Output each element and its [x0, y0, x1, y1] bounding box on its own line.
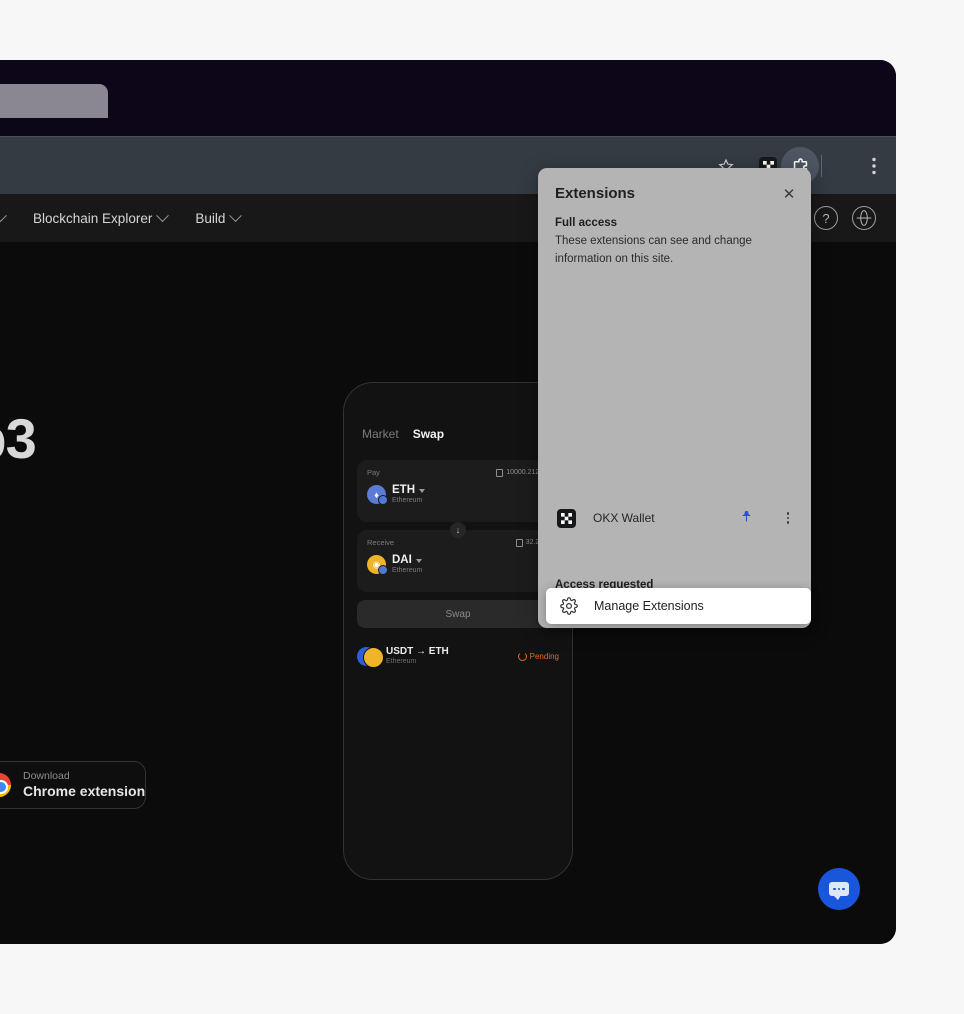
transaction-status-label: Pending: [529, 651, 559, 661]
page-title: to Web3: [0, 407, 37, 470]
tab-market[interactable]: Market: [362, 427, 399, 441]
full-access-heading: Full access: [555, 217, 618, 229]
extensions-popup: Extensions ✕ Full access These extension…: [538, 168, 811, 628]
swap-button[interactable]: Swap: [357, 600, 559, 628]
chevron-down-icon: [229, 208, 243, 222]
nav-item-build[interactable]: Build: [195, 208, 243, 226]
pay-token-symbol-group: ETH: [392, 484, 425, 497]
nav-item-blockchain-explorer[interactable]: Blockchain Explorer: [33, 208, 170, 226]
swap-receive-card: Receive 32.2121 ◉: [357, 530, 559, 592]
nav-item-label: Blockchain Explorer: [33, 210, 153, 226]
receive-token-selector[interactable]: ◉ DAI Ethereum: [367, 554, 423, 576]
copy-icon: [515, 538, 523, 547]
receive-token-chain: Ethereum: [392, 567, 423, 575]
question-mark-icon[interactable]: ?: [814, 206, 838, 230]
pin-icon[interactable]: [740, 509, 753, 527]
pay-token-selector[interactable]: ♦ ETH Ethereum: [367, 484, 425, 506]
extensions-popup-title: Extensions: [555, 185, 636, 202]
nav-item-0[interactable]: er: [0, 208, 7, 226]
spinner-icon: [517, 651, 527, 661]
pay-label: Pay: [367, 468, 380, 477]
extension-context-menu: Manage Extensions: [546, 588, 811, 624]
manage-extensions-menu-item[interactable]: Manage Extensions: [594, 599, 704, 613]
browser-tab[interactable]: [0, 84, 108, 118]
receive-token-symbol: DAI: [392, 554, 412, 566]
download-title: Chrome extension: [23, 782, 146, 799]
globe-icon[interactable]: [852, 206, 876, 230]
receive-token-symbol-group: DAI: [392, 554, 422, 567]
full-access-description: These extensions can see and change info…: [555, 235, 752, 265]
pay-token-chain: Ethereum: [392, 497, 423, 505]
close-icon[interactable]: ✕: [779, 184, 799, 204]
swap-pay-card: Pay 10000.212545 ♦ ETH Ethereum: [357, 460, 559, 522]
pay-token-symbol: ETH: [392, 484, 415, 496]
tab-swap[interactable]: Swap: [413, 427, 444, 441]
chevron-down-icon: [156, 208, 170, 222]
toolbar-divider: [821, 155, 822, 177]
swap-direction-icon[interactable]: ↓: [450, 522, 466, 538]
chevron-down-icon: [415, 558, 422, 563]
chevron-down-icon: [419, 488, 425, 493]
status-badge: Pending: [517, 651, 559, 661]
phone-tab-bar: Market Swap: [362, 427, 444, 441]
dai-token-icon: ◉: [367, 555, 388, 576]
transaction-pair: USDT → ETH: [386, 645, 449, 657]
download-buttons-row: p Download Chrome extension: [0, 761, 146, 809]
three-dot-menu-icon[interactable]: [859, 151, 889, 181]
eth-token-icon: ♦: [367, 485, 388, 506]
transaction-row[interactable]: USDT → ETH Ethereum Pending: [357, 641, 559, 671]
chat-bubble-icon[interactable]: [818, 868, 860, 910]
extension-list-item-okx-wallet[interactable]: OKX Wallet: [538, 498, 811, 538]
nav-left-group: er Blockchain Explorer Build: [0, 208, 268, 226]
chevron-down-icon: [0, 208, 7, 222]
gear-icon: [560, 597, 578, 615]
screenshot-root: er Blockchain Explorer Build ?: [0, 0, 964, 1014]
chrome-logo-icon: [0, 773, 11, 797]
transaction-token-icons: [357, 646, 384, 668]
extension-name: OKX Wallet: [593, 511, 655, 525]
nav-right-group: ?: [814, 206, 876, 230]
receive-label: Receive: [367, 538, 395, 547]
browser-tab-strip: [0, 60, 896, 136]
download-kicker: Download: [23, 769, 70, 782]
nav-item-label: Build: [195, 210, 226, 226]
copy-icon: [496, 468, 504, 477]
download-chrome-extension-button[interactable]: Download Chrome extension: [0, 761, 146, 809]
okx-wallet-icon: [557, 508, 576, 528]
three-dot-menu-icon[interactable]: [786, 512, 789, 524]
transaction-chain: Ethereum: [386, 657, 417, 665]
